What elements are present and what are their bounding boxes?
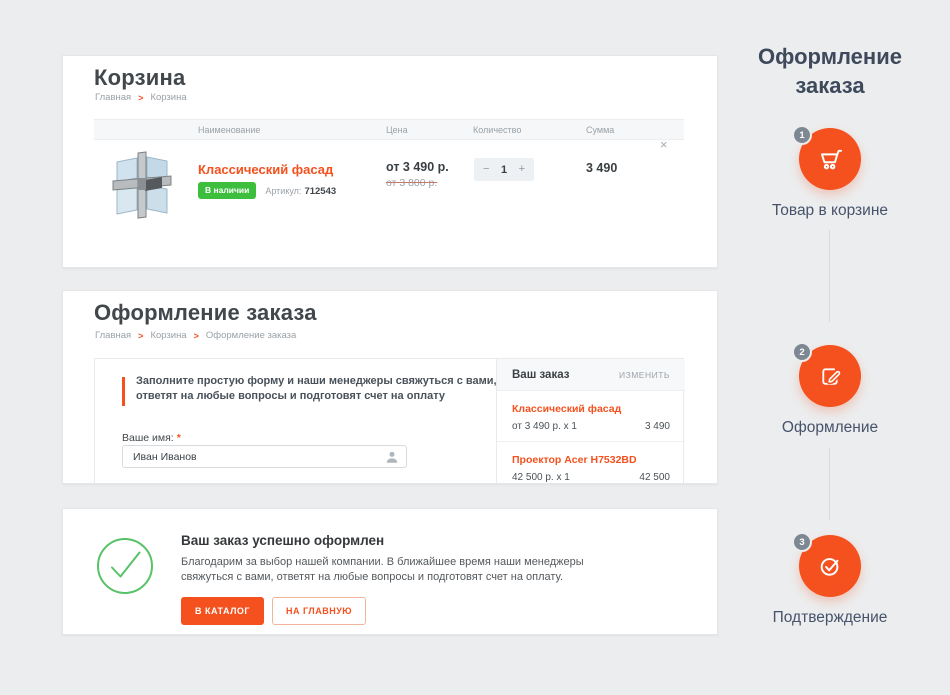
checkout-title: Оформление заказа xyxy=(94,300,317,326)
order-item-link[interactable]: Проектор Acer H7532BD xyxy=(512,454,637,466)
breadcrumb-home[interactable]: Главная xyxy=(95,92,131,103)
cart-table-header: Наименование Цена Количество Сумма xyxy=(94,119,684,140)
step-label: Товар в корзине xyxy=(764,202,896,220)
order-item-total: 3 490 xyxy=(645,421,670,432)
quantity-decrease-button[interactable]: − xyxy=(481,162,491,177)
column-header-price: Цена xyxy=(386,125,408,135)
step-label: Оформление xyxy=(764,419,896,437)
breadcrumb: Главная > Корзина xyxy=(95,92,187,103)
breadcrumb-cart[interactable]: Корзина xyxy=(150,330,186,341)
order-item-qty: от 3 490 р. x 1 xyxy=(512,421,577,432)
quantity-stepper[interactable]: − 1 + xyxy=(474,158,534,181)
person-icon xyxy=(385,450,399,464)
success-check-icon xyxy=(96,537,154,595)
sku: Артикул:712543 xyxy=(265,181,336,199)
current-price: от 3 490 р. xyxy=(386,160,449,174)
old-price: от 3 800 р. xyxy=(386,177,449,189)
stepper-title: Оформление заказа xyxy=(745,42,915,100)
order-summary-header: Ваш заказ ИЗМЕНИТЬ xyxy=(497,359,685,391)
breadcrumb-checkout: Оформление заказа xyxy=(206,330,296,341)
remove-item-icon[interactable]: × xyxy=(660,138,668,151)
step-circle-wrap: 3 xyxy=(799,535,861,597)
success-title: Ваш заказ успешно оформлен xyxy=(181,533,384,548)
step-circle-wrap: 1 xyxy=(799,128,861,190)
checkout-panel: Оформление заказа Главная > Корзина > Оф… xyxy=(62,290,718,484)
order-summary: Ваш заказ ИЗМЕНИТЬ Классический фасад от… xyxy=(496,359,685,484)
product-image xyxy=(111,151,173,219)
name-field-label: Ваше имя:* xyxy=(122,432,181,444)
order-item-link[interactable]: Классический фасад xyxy=(512,403,621,415)
column-header-sum: Сумма xyxy=(586,125,614,135)
step-circle-wrap: 2 xyxy=(799,345,861,407)
step-connector xyxy=(829,448,830,520)
breadcrumb-home[interactable]: Главная xyxy=(95,330,131,341)
stock-badge: В наличии xyxy=(198,182,256,199)
order-summary-items: Классический фасад от 3 490 р. x 1 3 490… xyxy=(497,391,685,483)
product-meta: В наличии Артикул:712543 xyxy=(198,181,336,199)
step-cart: 1 Товар в корзине xyxy=(764,128,896,220)
divider xyxy=(497,441,685,442)
order-item-row: 42 500 р. x 1 42 500 xyxy=(512,472,670,483)
quantity-value: 1 xyxy=(501,164,507,176)
order-item-row: от 3 490 р. x 1 3 490 xyxy=(512,421,670,432)
sku-value: 712543 xyxy=(304,186,336,197)
checkout-note: Заполните простую форму и наши менеджеры… xyxy=(136,374,504,404)
order-item: Проектор Acer H7532BD 42 500 р. x 1 42 5… xyxy=(512,450,670,483)
page: Корзина Главная > Корзина Наименование Ц… xyxy=(0,0,950,695)
edit-order-link[interactable]: ИЗМЕНИТЬ xyxy=(619,370,670,380)
to-catalog-button[interactable]: В КАТАЛОГ xyxy=(181,597,264,625)
sku-label: Артикул: xyxy=(265,186,301,196)
note-accent-bar xyxy=(122,377,125,406)
breadcrumb-cart: Корзина xyxy=(150,92,186,103)
chevron-right-icon: > xyxy=(194,331,199,341)
success-message: Благодарим за выбор нашей компании. В бл… xyxy=(181,555,631,584)
step-checkout: 2 Оформление xyxy=(764,345,896,437)
name-field xyxy=(122,445,407,468)
column-header-name: Наименование xyxy=(198,125,260,135)
order-item: Классический фасад от 3 490 р. x 1 3 490 xyxy=(512,399,670,432)
success-panel: Ваш заказ успешно оформлен Благодарим за… xyxy=(62,508,718,635)
to-home-button[interactable]: НА ГЛАВНУЮ xyxy=(272,597,366,625)
step-number-badge: 1 xyxy=(792,125,812,145)
step-connector xyxy=(829,230,830,322)
name-input[interactable] xyxy=(122,445,407,468)
checkout-card: Заполните простую форму и наши менеджеры… xyxy=(94,358,684,484)
step-label: Подтверждение xyxy=(764,609,896,627)
step-confirmation: 3 Подтверждение xyxy=(764,535,896,627)
step-number-badge: 2 xyxy=(792,342,812,362)
order-item-qty: 42 500 р. x 1 xyxy=(512,472,570,483)
step-number-badge: 3 xyxy=(792,532,812,552)
row-sum: 3 490 xyxy=(586,161,617,175)
page-title: Корзина xyxy=(94,65,185,91)
breadcrumb: Главная > Корзина > Оформление заказа xyxy=(95,330,296,341)
price-cell: от 3 490 р. от 3 800 р. xyxy=(386,160,449,189)
required-asterisk: * xyxy=(177,432,181,444)
success-buttons: В КАТАЛОГ НА ГЛАВНУЮ xyxy=(181,597,366,625)
chevron-right-icon: > xyxy=(138,331,143,341)
cart-panel: Корзина Главная > Корзина Наименование Ц… xyxy=(62,55,718,268)
column-header-quantity: Количество xyxy=(473,125,521,135)
order-summary-title: Ваш заказ xyxy=(512,369,569,381)
product-link[interactable]: Классический фасад xyxy=(198,162,333,177)
chevron-right-icon: > xyxy=(138,93,143,103)
order-item-total: 42 500 xyxy=(639,472,670,483)
quantity-increase-button[interactable]: + xyxy=(517,162,527,177)
